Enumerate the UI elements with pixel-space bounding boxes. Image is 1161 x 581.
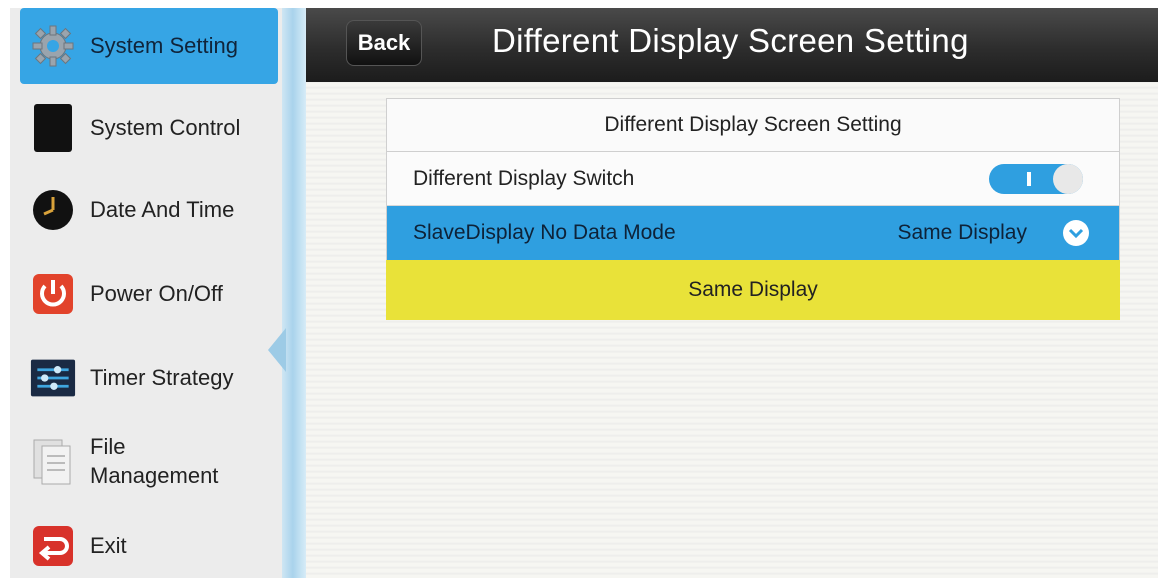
gear-icon xyxy=(30,23,76,69)
mode-label: SlaveDisplay No Data Mode xyxy=(413,221,676,244)
dropdown-option-same-display[interactable]: Same Display xyxy=(386,260,1120,320)
clock-icon xyxy=(30,187,76,233)
sidebar-item-label: System Setting xyxy=(90,32,238,58)
sidebar-item-label: Power On/Off xyxy=(90,280,223,306)
sidebar-item-label: File Management xyxy=(90,434,219,488)
sidebar-item-label: System Control xyxy=(90,114,241,140)
sidebar-item-timer-strategy[interactable]: Timer Strategy xyxy=(20,342,278,414)
title-bar: Back Different Display Screen Setting xyxy=(306,8,1158,82)
back-button[interactable]: Back xyxy=(346,20,422,66)
sidebar-item-date-and-time[interactable]: Date And Time xyxy=(20,174,278,246)
main-content: Back Different Display Screen Setting Di… xyxy=(306,8,1158,578)
sidebar-item-system-control[interactable]: System Control xyxy=(20,92,278,164)
active-pointer xyxy=(268,328,286,372)
different-display-switch-row[interactable]: Different Display Switch xyxy=(386,152,1120,206)
sidebar-item-label: Date And Time xyxy=(90,196,235,222)
sidebar-item-system-setting[interactable]: System Setting xyxy=(20,8,278,84)
sidebar-item-label: Timer Strategy xyxy=(90,364,234,390)
switch-label: Different Display Switch xyxy=(413,166,635,190)
file-icon xyxy=(30,439,76,485)
sliders-icon xyxy=(30,355,76,401)
screen-frame: System Setting System Control Date And T… xyxy=(10,8,1158,578)
mode-value: Same Display xyxy=(897,221,1027,244)
power-icon xyxy=(30,271,76,317)
panel-title: Different Display Screen Setting xyxy=(386,98,1120,152)
chevron-down-icon[interactable] xyxy=(1063,220,1089,246)
exit-icon xyxy=(30,523,76,569)
tablet-icon xyxy=(30,104,76,152)
sidebar-item-power-on-off[interactable]: Power On/Off xyxy=(20,258,278,330)
page-title: Different Display Screen Setting xyxy=(492,22,969,59)
sidebar: System Setting System Control Date And T… xyxy=(10,8,290,578)
sidebar-divider xyxy=(282,8,306,578)
different-display-toggle[interactable] xyxy=(989,163,1083,194)
sidebar-item-exit[interactable]: Exit xyxy=(20,510,278,578)
sidebar-item-label: Exit xyxy=(90,532,127,558)
toggle-knob xyxy=(1053,163,1083,194)
toggle-on-indicator xyxy=(1027,171,1031,186)
slave-display-mode-row[interactable]: SlaveDisplay No Data Mode Same Display xyxy=(386,206,1120,260)
settings-panel: Different Display Screen Setting Differe… xyxy=(386,98,1120,320)
sidebar-item-file-management[interactable]: File Management xyxy=(20,426,278,498)
